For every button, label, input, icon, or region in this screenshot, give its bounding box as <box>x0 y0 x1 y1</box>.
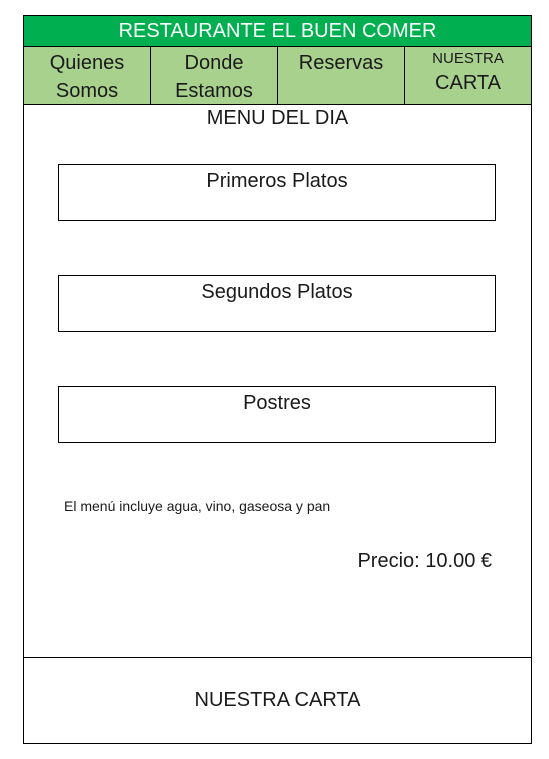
menu-price: Precio: 10.00 € <box>357 550 492 572</box>
section-label: Primeros Platos <box>206 170 348 192</box>
nav-item-nuestra-carta[interactable]: NUESTRA CARTA <box>405 47 531 104</box>
section-label: Postres <box>243 392 311 414</box>
nav-item-quienes-somos[interactable]: Quienes Somos <box>24 47 151 104</box>
section-postres[interactable]: Postres <box>58 386 496 443</box>
nav-item-donde-estamos[interactable]: Donde Estamos <box>151 47 278 104</box>
section-segundos-platos[interactable]: Segundos Platos <box>58 275 496 332</box>
restaurant-title-bar: RESTAURANTE EL BUEN COMER <box>24 16 531 47</box>
footer-nuestra-carta-button[interactable]: NUESTRA CARTA <box>24 657 531 743</box>
nav-item-label-line2: Somos <box>55 80 119 102</box>
page-frame: RESTAURANTE EL BUEN COMER Quienes Somos … <box>23 15 532 744</box>
section-label: Segundos Platos <box>201 281 353 303</box>
main-nav: Quienes Somos Donde Estamos Reservas NUE… <box>24 47 531 105</box>
nav-item-label-line1: Reservas <box>298 52 384 74</box>
menu-includes-note: El menú incluye agua, vino, gaseosa y pa… <box>64 498 331 514</box>
nav-item-label-line1: Donde <box>184 52 244 74</box>
restaurant-title: RESTAURANTE EL BUEN COMER <box>118 19 437 42</box>
nav-item-label-line1: Quienes <box>49 52 125 74</box>
nav-item-label-line1: NUESTRA <box>432 50 504 67</box>
footer-label: NUESTRA CARTA <box>194 689 361 711</box>
nav-item-label-line2: Estamos <box>175 80 253 102</box>
nav-item-reservas[interactable]: Reservas <box>278 47 405 104</box>
nav-item-label-line2: CARTA <box>435 72 501 94</box>
menu-title: MENU DEL DIA <box>206 107 349 129</box>
section-primeros-platos[interactable]: Primeros Platos <box>58 164 496 221</box>
